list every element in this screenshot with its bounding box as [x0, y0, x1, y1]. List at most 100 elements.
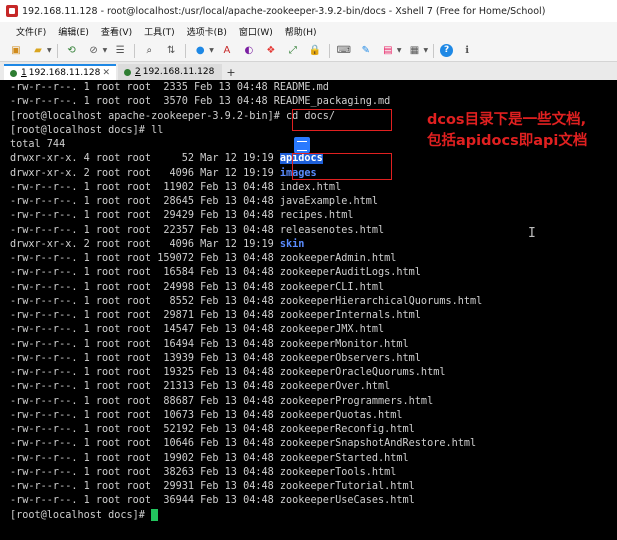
compose-icon[interactable]: ✎ [358, 44, 374, 58]
info-icon[interactable]: ℹ [459, 44, 475, 58]
terminal-line: -rw-r--r--. 1 root root 21313 Feb 13 04:… [10, 380, 617, 394]
properties-icon[interactable]: ☰ [112, 44, 128, 58]
annotation-box-cd-command [292, 109, 392, 131]
terminal-line-text: drwxr-xr-x. 2 root root 4096 Mar 12 19:1… [10, 167, 280, 179]
globe-icon[interactable]: ● [192, 44, 208, 58]
terminal-line-text: -rw-r--r--. 1 root root 10646 Feb 13 04:… [10, 438, 477, 450]
menu-bar: 文件(F) 编辑(E) 查看(V) 工具(T) 选项卡(B) 窗口(W) 帮助(H) [0, 22, 617, 40]
terminal-line-text: drwxr-xr-x. 2 root root 4096 Mar 12 19:1… [10, 238, 280, 250]
terminal-line: -rw-r--r--. 1 root root 29429 Feb 13 04:… [10, 209, 617, 223]
script-icon[interactable]: ▤ [380, 44, 396, 58]
connection-status-icon [10, 69, 17, 77]
window-title: 192.168.11.128 - root@localhost:/usr/loc… [22, 5, 546, 17]
terminal-cursor [151, 508, 159, 521]
dropdown-arrow-icon[interactable]: ▼ [209, 47, 214, 54]
terminal-line-text: -rw-r--r--. 1 root root 11902 Feb 13 04:… [10, 181, 342, 193]
annotation-note-line-1: dcos目录下是一些文档, [427, 112, 587, 128]
new-session-icon[interactable]: ▣ [8, 44, 24, 58]
search-icon[interactable]: ⌕ [141, 44, 157, 58]
terminal-line-text: -rw-r--r--. 1 root root 19325 Feb 13 04:… [10, 367, 446, 378]
connection-status-icon [124, 68, 131, 76]
annotation-note: dcos目录下是一些文档, 包括apidocs即api文档 [427, 110, 587, 152]
text-cursor-icon: I [528, 226, 536, 241]
terminal-line-text: drwxr-xr-x. 4 root root 52 Mar 12 19:19 [10, 153, 280, 165]
terminal-line-text: -rw-r--r--. 1 root root 24998 Feb 13 04:… [10, 281, 385, 293]
tab-label: 192.168.11.128 [142, 67, 215, 77]
menu-item-3[interactable]: 工具(T) [144, 25, 175, 38]
tab-number: 2 [135, 67, 141, 77]
menu-item-5[interactable]: 窗口(W) [239, 25, 273, 38]
tab-close-icon[interactable]: ✕ [102, 68, 110, 78]
terminal-line: -rw-r--r--. 1 root root 88687 Feb 13 04:… [10, 395, 617, 409]
terminal-line-text: -rw-r--r--. 1 root root 3570 Feb 13 04:4… [10, 96, 391, 108]
terminal-line: -rw-r--r--. 1 root root 22357 Feb 13 04:… [10, 224, 617, 238]
terminal-line: -rw-r--r--. 1 root root 38263 Feb 13 04:… [10, 466, 617, 480]
toolbar-separator [328, 43, 330, 58]
dropdown-arrow-icon[interactable]: ▼ [397, 47, 402, 54]
terminal-line-text: -rw-r--r--. 1 root root 21313 Feb 13 04:… [10, 381, 391, 393]
menu-item-0[interactable]: 文件(F) [16, 25, 46, 38]
terminal-line: -rw-r--r--. 1 root root 52192 Feb 13 04:… [10, 423, 617, 437]
terminal-line: -rw-r--r--. 1 root root 13939 Feb 13 04:… [10, 352, 617, 366]
terminal-line-text: -rw-r--r--. 1 root root 159072 Feb 13 04… [10, 253, 397, 264]
open-folder-icon[interactable]: ▰ [30, 44, 46, 58]
terminal-line: -rw-r--r--. 1 root root 8552 Feb 13 04:4… [10, 295, 617, 309]
terminal-line: -rw-r--r--. 1 root root 11902 Feb 13 04:… [10, 181, 617, 195]
terminal-line-text: -rw-r--r--. 1 root root 16494 Feb 13 04:… [10, 338, 409, 350]
reconnect-icon[interactable]: ⟲ [64, 44, 80, 58]
disconnect-icon[interactable]: ⊘ [86, 44, 102, 58]
dropdown-arrow-icon[interactable]: ▼ [424, 47, 429, 54]
terminal-line-text: -rw-r--r--. 1 root root 29931 Feb 13 04:… [10, 481, 415, 492]
terminal-line-text: -rw-r--r--. 1 root root 22357 Feb 13 04:… [10, 224, 385, 236]
xshell-app-icon [6, 5, 18, 17]
color-scheme-icon[interactable]: ◐ [241, 44, 257, 58]
title-bar[interactable]: 192.168.11.128 - root@localhost:/usr/loc… [0, 0, 617, 22]
terminal-line: -rw-r--r--. 1 root root 19902 Feb 13 04:… [10, 452, 617, 466]
menu-item-6[interactable]: 帮助(H) [285, 25, 317, 38]
fullscreen-icon[interactable]: ⤢ [285, 44, 301, 58]
terminal-line-text: -rw-r--r--. 1 root root 16584 Feb 13 04:… [10, 267, 421, 279]
terminal-line: -rw-r--r--. 1 root root 2335 Feb 13 04:4… [10, 81, 617, 95]
terminal-line-text: [root@localhost docs]# ll [10, 124, 164, 136]
toolbar: ▣ ▰ ▼ ⟲ ⊘ ▼ ☰ ⌕ ⇅ ● ▼ A ◐ ❖ ⤢ 🔒 ⌨ ✎ ▤ ▼ ▦ ▼? ℹ [0, 40, 617, 62]
terminal-line-text: -rw-r--r--. 1 root root 36944 Feb 13 04:… [10, 495, 415, 507]
terminal-line: -rw-r--r--. 1 root root 3570 Feb 13 04:4… [10, 95, 617, 109]
xftp-icon[interactable]: ❖ [263, 44, 279, 58]
terminal-line-text: total 744 [10, 139, 66, 150]
dropdown-arrow-icon[interactable]: ▼ [103, 47, 108, 54]
terminal-line: -rw-r--r--. 1 root root 19325 Feb 13 04:… [10, 366, 617, 380]
terminal-line-text: -rw-r--r--. 1 root root 14547 Feb 13 04:… [10, 324, 385, 336]
keyboard-icon[interactable]: ⌨ [336, 44, 352, 58]
font-icon[interactable]: A [219, 44, 235, 58]
terminal-line-text: -rw-r--r--. 1 root root 29429 Feb 13 04:… [10, 210, 354, 222]
tab-number: 1 [21, 68, 27, 78]
document-icon [294, 137, 310, 153]
terminal-line-text: -rw-r--r--. 1 root root 10673 Feb 13 04:… [10, 409, 403, 421]
toolbar-separator [134, 43, 136, 58]
terminal-line: -rw-r--r--. 1 root root 16494 Feb 13 04:… [10, 338, 617, 352]
menu-item-4[interactable]: 选项卡(B) [187, 25, 227, 38]
lock-icon[interactable]: 🔒 [307, 44, 323, 58]
terminal-line: -rw-r--r--. 1 root root 14547 Feb 13 04:… [10, 323, 617, 337]
directory-name: skin [279, 238, 305, 250]
terminal-line: -rw-r--r--. 1 root root 10673 Feb 13 04:… [10, 409, 617, 423]
terminal-line-text: -rw-r--r--. 1 root root 28645 Feb 13 04:… [10, 196, 379, 207]
session-tab-2[interactable]: 2 192.168.11.128 [118, 64, 222, 80]
terminal-line-text: -rw-r--r--. 1 root root 19902 Feb 13 04:… [10, 452, 409, 464]
toolbar-separator [56, 43, 58, 58]
terminal-line-text: -rw-r--r--. 1 root root 52192 Feb 13 04:… [10, 424, 415, 435]
terminal-line: drwxr-xr-x. 2 root root 4096 Mar 12 19:1… [10, 238, 617, 252]
terminal-line: -rw-r--r--. 1 root root 24998 Feb 13 04:… [10, 281, 617, 295]
new-tab-icon[interactable]: + [224, 64, 238, 80]
help-icon[interactable]: ? [440, 44, 454, 57]
dropdown-arrow-icon[interactable]: ▼ [47, 47, 52, 54]
menu-item-2[interactable]: 查看(V) [101, 25, 132, 38]
terminal-line-text: [root@localhost apache-zookeeper-3.9.2-b… [10, 110, 336, 122]
menu-item-1[interactable]: 编辑(E) [58, 25, 89, 38]
terminal-line-text: -rw-r--r--. 1 root root 2335 Feb 13 04:4… [10, 82, 329, 93]
transfer-icon[interactable]: ⇅ [163, 44, 179, 58]
layout-icon[interactable]: ▦ [407, 44, 423, 58]
session-tab-1[interactable]: 1 192.168.11.128 ✕ [4, 64, 116, 80]
terminal-line-text: [root@localhost docs]# [10, 509, 152, 521]
terminal-line-text: -rw-r--r--. 1 root root 8552 Feb 13 04:4… [10, 295, 483, 307]
